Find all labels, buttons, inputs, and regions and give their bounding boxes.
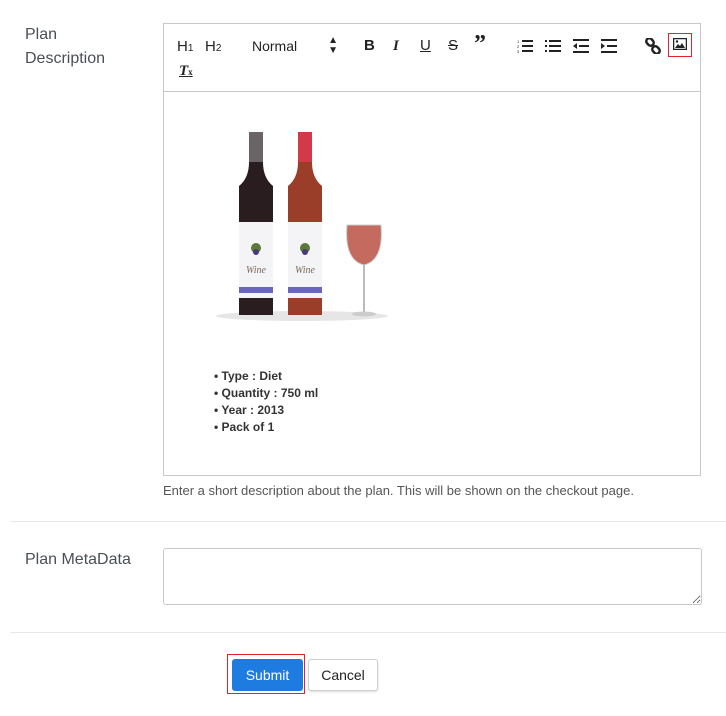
cancel-button[interactable]: Cancel: [308, 659, 378, 691]
link-icon: [645, 38, 661, 54]
header-1-button[interactable]: H1: [177, 37, 193, 59]
indent-icon: [601, 39, 617, 53]
clear-format-button[interactable]: Tx: [179, 61, 193, 82]
submit-button[interactable]: Submit: [232, 659, 303, 691]
spec-item: Quantity : 750 ml: [214, 385, 319, 402]
rose-wine-bottle: Wine: [288, 132, 322, 315]
divider: [10, 521, 726, 522]
wine-glass: [346, 224, 382, 317]
ordered-list-icon: 123: [517, 39, 533, 53]
label-line-2: Description: [25, 50, 106, 67]
label-line-1: Plan: [25, 26, 58, 43]
divider: [10, 632, 726, 633]
format-select-value: Normal: [252, 38, 298, 54]
svg-text:3: 3: [517, 49, 520, 53]
underline-button[interactable]: U: [420, 36, 431, 56]
strikethrough-button[interactable]: S: [448, 36, 458, 56]
header-2-button[interactable]: H2: [205, 37, 221, 59]
product-specs-list: Type : Diet Quantity : 750 ml Year : 201…: [214, 368, 318, 436]
bold-button[interactable]: B: [364, 36, 375, 56]
spec-item: Type : Diet: [214, 368, 318, 385]
bullet-list-icon: [545, 40, 561, 52]
outdent-icon: [573, 39, 589, 53]
image-button-highlight: [668, 33, 692, 57]
rich-text-editor: H1 H2 Normal ▲ ▼ B I U S ” 123 Tx Wine W…: [163, 23, 701, 476]
spec-item: Year : 2013: [214, 402, 318, 419]
plan-description-label: Plan Description: [25, 23, 105, 71]
svg-text:Wine: Wine: [246, 265, 267, 276]
select-arrows-icon: ▲ ▼: [328, 35, 338, 56]
format-select[interactable]: Normal ▲ ▼: [252, 36, 338, 56]
indent-button[interactable]: [601, 39, 617, 53]
editor-toolbar: H1 H2 Normal ▲ ▼ B I U S ” 123 Tx: [164, 24, 700, 92]
plan-metadata-input[interactable]: [163, 548, 702, 605]
outdent-button[interactable]: [573, 39, 589, 53]
dark-wine-bottle: Wine: [239, 132, 273, 315]
blockquote-button[interactable]: ”: [474, 32, 486, 56]
ordered-list-button[interactable]: 123: [517, 39, 533, 53]
bullet-list-button[interactable]: [545, 39, 561, 53]
italic-button[interactable]: I: [393, 36, 399, 56]
clear-format-icon: T: [179, 63, 189, 79]
wine-product-image: Wine Wine: [216, 132, 388, 321]
svg-text:Wine: Wine: [295, 265, 316, 276]
editor-content[interactable]: Wine Wine Type : Diet Quantity : 750 ml: [164, 92, 700, 477]
link-button[interactable]: [645, 38, 661, 54]
spec-item: Pack of 1: [214, 419, 318, 436]
plan-metadata-label: Plan MetaData: [25, 551, 131, 568]
description-help-text: Enter a short description about the plan…: [163, 483, 634, 498]
